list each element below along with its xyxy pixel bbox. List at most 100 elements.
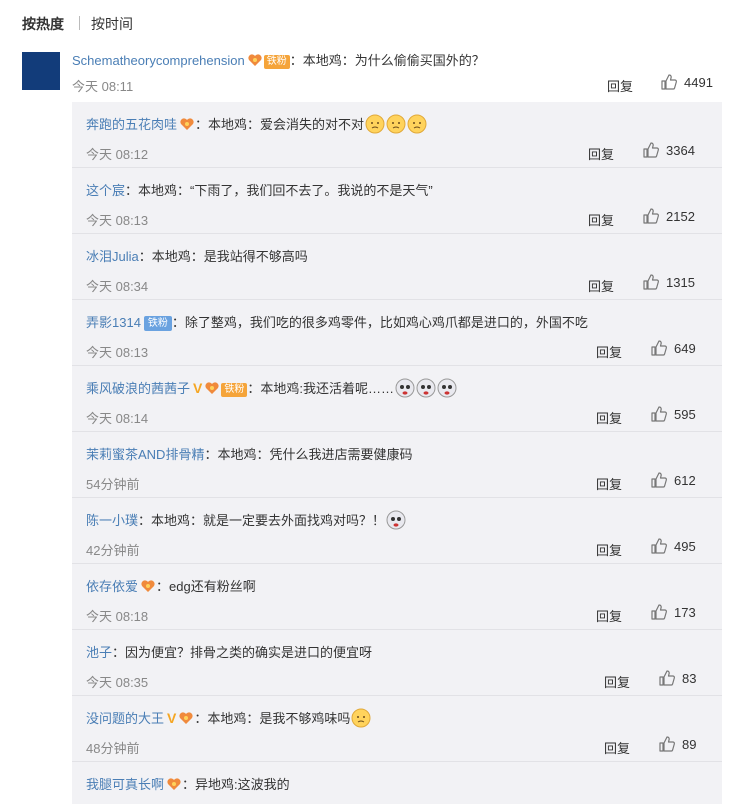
- reply-username[interactable]: 这个宸: [86, 183, 125, 198]
- thumbs-up-icon: [651, 472, 667, 488]
- reply-text: ：本地鸡：是我不够鸡味吗: [194, 711, 351, 726]
- reply-time: 今天 08:13: [86, 345, 149, 360]
- crying-face-emoji-icon: [386, 510, 406, 530]
- reply-time: 今天 08:34: [86, 279, 149, 294]
- reply-item: 依存依爱 ：edg还有粉丝啊 今天 08:18 回复 173: [72, 564, 722, 630]
- reply-text: ：本地鸡:我还活着呢……: [247, 381, 394, 396]
- avatar[interactable]: [22, 52, 60, 90]
- like-button[interactable]: 495: [650, 537, 696, 555]
- sad-face-emoji-icon: [365, 114, 385, 134]
- thumbs-up-icon: [651, 604, 667, 620]
- reply-time: 今天 08:12: [86, 147, 149, 162]
- like-button[interactable]: 649: [650, 339, 696, 357]
- reply-username[interactable]: 我腿可真长啊: [86, 777, 164, 792]
- fan-heart-icon: [179, 712, 193, 724]
- crying-face-emoji-icon: [437, 378, 457, 398]
- reply-username[interactable]: 乘风破浪的茜茜子: [86, 381, 190, 396]
- like-count: 83: [682, 670, 697, 686]
- reply-item: 弄影1314 铁粉 ：除了整鸡，我们吃的很多鸡零件，比如鸡心鸡爪都是进口的，外国不吃…: [72, 300, 722, 366]
- reply-time: 今天 08:35: [86, 675, 149, 690]
- reply-button[interactable]: 回复: [588, 210, 614, 229]
- reply-button[interactable]: 回复: [596, 474, 622, 493]
- reply-username[interactable]: 依存依爱: [86, 579, 138, 594]
- like-button[interactable]: 1315: [642, 273, 695, 291]
- comment-username[interactable]: Schematheorycomprehension: [72, 53, 245, 68]
- reply-username[interactable]: 没问题的大王: [86, 711, 164, 726]
- reply-button[interactable]: 回复: [596, 408, 622, 427]
- like-count: 612: [674, 472, 696, 488]
- comment-line: Schematheorycomprehension 铁粉 ：本地鸡：为什么偷偷买国外…: [72, 50, 485, 69]
- thumbs-up-icon: [651, 406, 667, 422]
- reply-text: ：本地鸡：是我站得不够高吗: [138, 249, 308, 264]
- fan-heart-icon: [167, 778, 181, 790]
- iron-fan-badge: 铁粉: [221, 383, 248, 397]
- reply-button[interactable]: 回复: [604, 672, 630, 691]
- reply-time: 48分钟前: [86, 741, 140, 756]
- sort-by-hot-tab[interactable]: 按热度: [22, 14, 64, 34]
- reply-item: 池子：因为便宜？排骨之类的确实是进口的便宜呀 今天 08:35 回复 83: [72, 630, 722, 696]
- reply-item: 这个宸：本地鸡：“下雨了，我们回不去了。我说的不是天气” 今天 08:13 回复…: [72, 168, 722, 234]
- fan-heart-icon: [141, 580, 155, 592]
- crying-face-emoji-icon: [395, 378, 415, 398]
- reply-button[interactable]: 回复: [588, 276, 614, 295]
- like-count: 649: [674, 340, 696, 356]
- like-count: 4491: [684, 74, 713, 90]
- reply-username[interactable]: 陈一小璞: [86, 513, 138, 528]
- vip-v-icon: V: [167, 710, 177, 726]
- fan-heart-icon: [180, 118, 194, 130]
- reply-username[interactable]: 池子: [86, 645, 112, 660]
- reply-text: ：本地鸡：“下雨了，我们回不去了。我说的不是天气”: [125, 183, 433, 198]
- reply-button[interactable]: 回复: [604, 738, 630, 757]
- like-count: 495: [674, 538, 696, 554]
- reply-time: 42分钟前: [86, 543, 140, 558]
- reply-text: ：本地鸡：就是一定要去外面找鸡对吗？！: [138, 513, 386, 528]
- like-count: 3364: [666, 142, 695, 158]
- reply-button[interactable]: 回复: [588, 144, 614, 163]
- reply-item: 奔跑的五花肉哇 ：本地鸡：爱会消失的对不对 今天 08:12 回复 3364: [72, 102, 722, 168]
- reply-button[interactable]: 回复: [607, 76, 633, 95]
- like-button[interactable]: 89: [658, 735, 696, 753]
- thumbs-up-icon: [643, 208, 659, 224]
- sad-face-emoji-icon: [351, 708, 371, 728]
- sad-face-emoji-icon: [407, 114, 427, 134]
- fan-heart-icon: [248, 54, 262, 66]
- like-count: 1315: [666, 274, 695, 290]
- thumbs-up-icon: [643, 274, 659, 290]
- thumbs-up-icon: [651, 538, 667, 554]
- like-button[interactable]: 612: [650, 471, 696, 489]
- thumbs-up-icon: [651, 340, 667, 356]
- reply-item: 冰泪Julia：本地鸡：是我站得不够高吗 今天 08:34 回复 1315: [72, 234, 722, 300]
- like-button[interactable]: 173: [650, 603, 696, 621]
- sort-by-time-tab[interactable]: 按时间: [91, 14, 133, 34]
- like-count: 595: [674, 406, 696, 422]
- sort-divider: [79, 16, 80, 30]
- reply-button[interactable]: 回复: [596, 540, 622, 559]
- reply-time: 今天 08:14: [86, 411, 149, 426]
- reply-item: 乘风破浪的茜茜子 V 铁粉 ：本地鸡:我还活着呢…… 今天 08:14 回复 595: [72, 366, 722, 432]
- like-button[interactable]: 595: [650, 405, 696, 423]
- iron-fan-badge: 铁粉: [143, 316, 172, 331]
- reply-text: ：本地鸡：凭什么我进店需要健康码: [204, 447, 413, 462]
- reply-username[interactable]: 冰泪Julia: [86, 249, 139, 264]
- thumbs-up-icon: [643, 142, 659, 158]
- replies-list: 奔跑的五花肉哇 ：本地鸡：爱会消失的对不对 今天 08:12 回复 3364 这个…: [72, 102, 722, 804]
- like-count: 2152: [666, 208, 695, 224]
- thumbs-up-icon: [659, 736, 675, 752]
- reply-username[interactable]: 弄影1314: [86, 315, 141, 330]
- reply-time: 54分钟前: [86, 477, 140, 492]
- like-button[interactable]: 4491: [660, 73, 713, 91]
- top-comment: Schematheorycomprehension 铁粉 ：本地鸡：为什么偷偷买国外…: [0, 44, 734, 104]
- reply-username[interactable]: 茉莉蜜茶AND排骨精: [86, 447, 204, 462]
- like-button[interactable]: 83: [658, 669, 696, 687]
- reply-username[interactable]: 奔跑的五花肉哇: [86, 117, 177, 132]
- reply-item: 陈一小璞：本地鸡：就是一定要去外面找鸡对吗？！ 42分钟前 回复 495: [72, 498, 722, 564]
- like-count: 89: [682, 736, 697, 752]
- thumbs-up-icon: [661, 74, 677, 90]
- like-count: 173: [674, 604, 696, 620]
- iron-fan-badge: 铁粉: [263, 55, 290, 69]
- reply-time: 今天 08:18: [86, 609, 149, 624]
- reply-button[interactable]: 回复: [596, 606, 622, 625]
- like-button[interactable]: 2152: [642, 207, 695, 225]
- reply-button[interactable]: 回复: [596, 342, 622, 361]
- like-button[interactable]: 3364: [642, 141, 695, 159]
